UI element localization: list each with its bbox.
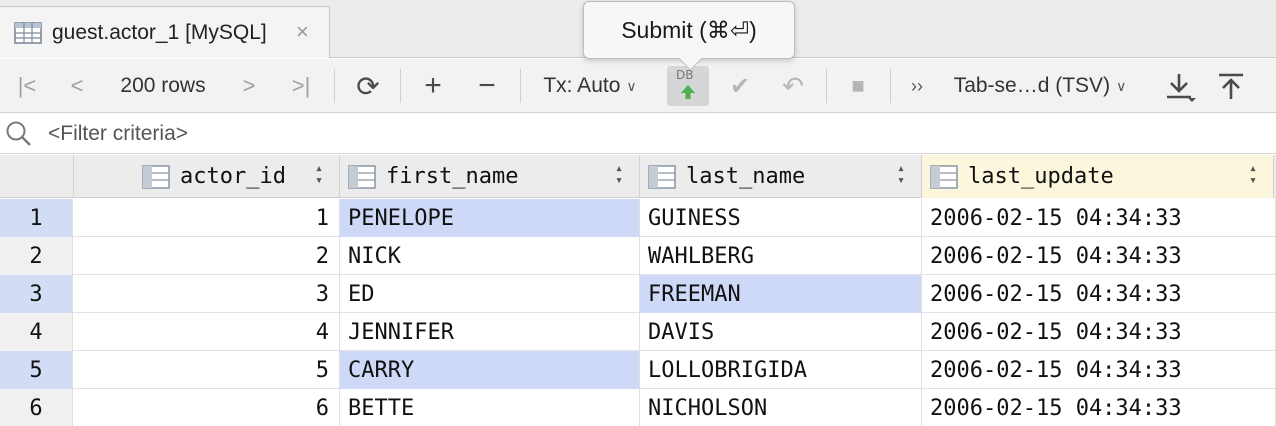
previous-page-icon[interactable]: < (60, 59, 94, 113)
table-row[interactable]: 6 6 BETTE NICHOLSON 2006-02-15 04:34:33 (0, 389, 1276, 426)
table-row[interactable]: 2 2 NICK WAHLBERG 2006-02-15 04:34:33 (0, 237, 1276, 275)
cell-last-update[interactable]: 2006-02-15 04:34:33 (922, 313, 1276, 351)
tab-title: guest.actor_1 [MySQL] (52, 20, 267, 44)
column-header-actor-id[interactable]: actor_id ▴ ▾ (74, 155, 340, 198)
transaction-mode-dropdown[interactable]: Tx: Auto ∨ (530, 59, 650, 113)
table-row[interactable]: 1 1 PENELOPE GUINESS 2006-02-15 04:34:33 (0, 199, 1276, 237)
column-icon (930, 164, 958, 189)
export-format-dropdown[interactable]: Tab-se…d (TSV) ∨ (938, 59, 1142, 113)
commit-icon[interactable]: ✔ (722, 59, 758, 113)
cell-last-name[interactable]: FREEMAN (640, 275, 922, 313)
cell-last-name[interactable]: DAVIS (640, 313, 922, 351)
filter-bar[interactable]: <Filter criteria> (0, 114, 1276, 154)
transaction-mode-label: Tx: Auto (543, 74, 621, 97)
rollback-icon[interactable]: ↶ (774, 59, 812, 113)
column-name: last_name (686, 164, 806, 189)
column-name: actor_id (180, 164, 286, 189)
cell-first-name[interactable]: ED (340, 275, 640, 313)
table-row[interactable]: 3 3 ED FREEMAN 2006-02-15 04:34:33 (0, 275, 1276, 313)
cell-first-name[interactable]: PENELOPE (340, 199, 640, 237)
row-number-header (0, 155, 74, 198)
column-header-first-name[interactable]: first_name ▴ ▾ (340, 155, 640, 198)
table-icon (14, 21, 42, 44)
tab-guest-actor[interactable]: guest.actor_1 [MySQL] × (0, 6, 330, 58)
row-number[interactable]: 5 (0, 351, 73, 389)
cell-actor-id[interactable]: 1 (74, 199, 340, 237)
row-number[interactable]: 3 (0, 275, 73, 313)
column-header-last-update[interactable]: last_update ▴ ▾ (922, 155, 1274, 198)
cell-first-name[interactable]: CARRY (340, 351, 640, 389)
cell-last-name[interactable]: LOLLOBRIGIDA (640, 351, 922, 389)
cell-last-update[interactable]: 2006-02-15 04:34:33 (922, 199, 1276, 237)
sort-icon[interactable]: ▴ ▾ (615, 162, 623, 187)
grid-header: actor_id ▴ ▾ first_name ▴ ▾ last_name ▴ ▾ (0, 155, 1276, 198)
column-name: first_name (386, 164, 519, 189)
filter-criteria-input[interactable]: <Filter criteria> (48, 122, 188, 146)
upload-arrow-icon (681, 85, 695, 99)
cell-last-update[interactable]: 2006-02-15 04:34:33 (922, 351, 1276, 389)
add-row-icon[interactable]: + (416, 59, 450, 113)
search-icon (6, 121, 31, 146)
data-editor-toolbar: |< < 200 rows > >| ⟳ + − Tx: Auto ∨ DB ✔… (0, 59, 1276, 113)
table-row[interactable]: 4 4 JENNIFER DAVIS 2006-02-15 04:34:33 (0, 313, 1276, 351)
cell-last-name[interactable]: NICHOLSON (640, 389, 922, 426)
column-icon (348, 164, 376, 189)
cell-last-name[interactable]: WAHLBERG (640, 237, 922, 275)
cell-first-name[interactable]: NICK (340, 237, 640, 275)
export-format-label: Tab-se…d (TSV) (953, 74, 1111, 97)
cell-last-update[interactable]: 2006-02-15 04:34:33 (922, 389, 1276, 426)
more-actions-icon[interactable]: ›› (904, 59, 930, 113)
cell-actor-id[interactable]: 2 (74, 237, 340, 275)
stop-icon[interactable]: ■ (840, 59, 876, 113)
cell-actor-id[interactable]: 5 (74, 351, 340, 389)
submit-button[interactable]: DB (667, 66, 709, 106)
cell-actor-id[interactable]: 6 (74, 389, 340, 426)
cell-first-name[interactable]: BETTE (340, 389, 640, 426)
row-number[interactable]: 2 (0, 237, 73, 275)
download-icon[interactable] (1164, 71, 1198, 103)
sort-icon[interactable]: ▴ ▾ (897, 162, 905, 187)
refresh-icon[interactable]: ⟳ (350, 59, 386, 113)
cell-last-update[interactable]: 2006-02-15 04:34:33 (922, 275, 1276, 313)
delete-row-icon[interactable]: − (470, 59, 504, 113)
row-number[interactable]: 4 (0, 313, 73, 351)
chevron-down-icon: ∨ (1116, 77, 1127, 94)
row-number[interactable]: 6 (0, 389, 73, 426)
cell-actor-id[interactable]: 4 (74, 313, 340, 351)
close-icon[interactable]: × (296, 21, 309, 43)
next-page-icon[interactable]: > (232, 59, 266, 113)
table-row[interactable]: 5 5 CARRY LOLLOBRIGIDA 2006-02-15 04:34:… (0, 351, 1276, 389)
column-icon (648, 164, 676, 189)
row-number[interactable]: 1 (0, 199, 73, 237)
cell-actor-id[interactable]: 3 (74, 275, 340, 313)
chevron-down-icon: ∨ (626, 77, 637, 94)
sort-icon[interactable]: ▴ ▾ (1249, 162, 1257, 187)
column-header-last-name[interactable]: last_name ▴ ▾ (640, 155, 922, 198)
rows-count-selector[interactable]: 200 rows (104, 59, 222, 113)
upload-icon[interactable] (1216, 71, 1246, 103)
submit-tooltip: Submit (⌘⏎) (583, 1, 795, 59)
sort-icon[interactable]: ▴ ▾ (315, 162, 323, 187)
cell-last-name[interactable]: GUINESS (640, 199, 922, 237)
first-page-icon[interactable]: |< (10, 59, 44, 113)
cell-first-name[interactable]: JENNIFER (340, 313, 640, 351)
column-name: last_update (968, 164, 1114, 189)
last-page-icon[interactable]: >| (282, 59, 320, 113)
cell-last-update[interactable]: 2006-02-15 04:34:33 (922, 237, 1276, 275)
column-icon (142, 164, 170, 189)
